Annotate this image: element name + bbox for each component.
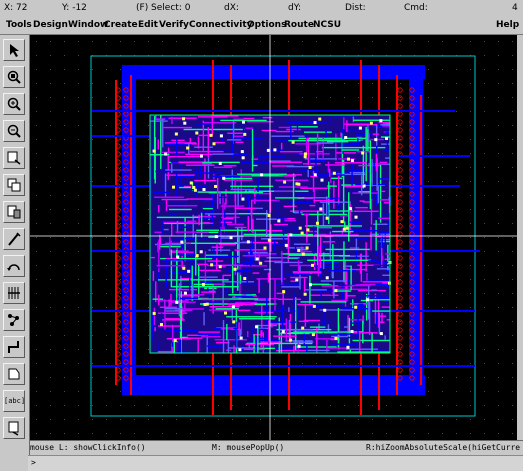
instance-icon [6, 366, 22, 382]
layout-drawing [30, 35, 517, 440]
routing-line [400, 155, 470, 157]
mouse-middle-binding: M: mousePopUp() [212, 443, 284, 452]
rectangle-icon [6, 420, 22, 436]
window-number: 4 [512, 3, 518, 13]
canvas-edge [517, 35, 523, 440]
routing-line [92, 110, 455, 112]
menu-bar: Tools Design Window Create Edit Verify C… [0, 17, 523, 35]
menu-connectivity[interactable]: Connectivity [189, 20, 253, 30]
command-line[interactable]: > [28, 455, 523, 471]
menu-verify[interactable]: Verify [159, 20, 189, 30]
menu-tools[interactable]: Tools [6, 20, 32, 30]
routing-line [92, 135, 150, 137]
bus-line [420, 95, 422, 385]
zoom-in-button[interactable] [3, 93, 25, 115]
x-coordinate: X: 72 [4, 3, 28, 13]
mouse-right-binding: R:hiZoomAbsoluteScale(hiGetCurre [366, 443, 520, 452]
path-icon [6, 339, 22, 355]
menu-ncsu[interactable]: NCSU [313, 20, 341, 30]
label-icon: [abc] [4, 397, 25, 405]
stretch-icon [6, 150, 22, 166]
copy-icon [6, 177, 22, 193]
undo-button[interactable] [3, 255, 25, 277]
instance-button[interactable] [3, 363, 25, 385]
routing-line [92, 365, 475, 367]
mouse-binding-bar: mouse L: showClickInfo() M: mousePopUp()… [30, 440, 523, 455]
zoom-fit-icon [6, 69, 22, 85]
label-button[interactable]: [abc] [3, 390, 25, 412]
menu-edit[interactable]: Edit [138, 20, 158, 30]
menu-create[interactable]: Create [104, 20, 138, 30]
path-button[interactable] [3, 336, 25, 358]
copy-button[interactable] [3, 174, 25, 196]
dx-readout: dX: [224, 3, 239, 13]
layout-canvas[interactable] [30, 35, 517, 440]
pointer-icon [6, 42, 22, 58]
stretch-button[interactable] [3, 147, 25, 169]
hierarchy-icon [6, 312, 22, 328]
menu-route[interactable]: Route [284, 20, 314, 30]
zoom-in-icon [6, 96, 22, 112]
menu-window[interactable]: Window [68, 20, 108, 30]
bottom-rail [130, 375, 425, 395]
status-bar: X: 72 Y: -12 (F) Select: 0 dX: dY: Dist:… [0, 0, 523, 18]
bus-line [130, 75, 132, 395]
zoom-fit-button[interactable] [3, 66, 25, 88]
property-button[interactable] [3, 282, 25, 304]
hierarchy-button[interactable] [3, 309, 25, 331]
distance-readout: Dist: [345, 3, 366, 13]
zoom-out-icon [6, 123, 22, 139]
delete-button[interactable] [3, 228, 25, 250]
zoom-out-button[interactable] [3, 120, 25, 142]
rectangle-button[interactable] [3, 417, 25, 439]
undo-icon [6, 258, 22, 274]
menu-options[interactable]: Options [247, 20, 286, 30]
tool-palette: [abc] [0, 35, 30, 456]
command-readout: Cmd: [404, 3, 428, 13]
move-button[interactable] [3, 201, 25, 223]
pointer-button[interactable] [3, 39, 25, 61]
mouse-left-binding: mouse L: showClickInfo() [30, 443, 146, 452]
menu-design[interactable]: Design [33, 20, 68, 30]
y-coordinate: Y: -12 [62, 3, 87, 13]
property-icon [6, 285, 22, 301]
select-count: (F) Select: 0 [136, 3, 190, 13]
dy-readout: dY: [288, 3, 301, 13]
menu-help[interactable]: Help [496, 20, 519, 30]
command-prompt: > [31, 458, 36, 467]
move-icon [6, 204, 22, 220]
delete-icon [6, 231, 22, 247]
top-rail [130, 65, 425, 79]
